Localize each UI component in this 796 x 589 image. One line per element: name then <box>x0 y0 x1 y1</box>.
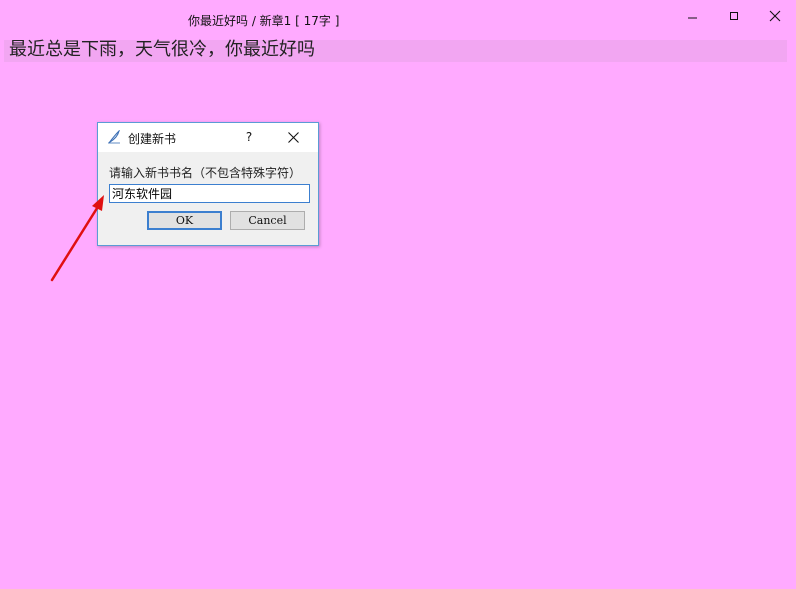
maximize-icon <box>730 12 738 20</box>
feather-pen-icon <box>108 130 120 144</box>
close-button[interactable] <box>755 2 795 30</box>
dialog-close-button[interactable] <box>282 127 304 147</box>
book-name-input[interactable] <box>109 184 310 203</box>
book-name-prompt: 请输入新书书名（不包含特殊字符） <box>109 166 302 180</box>
minimize-icon <box>688 17 697 19</box>
editor-text[interactable]: 最近总是下雨，天气很冷，你最近好吗 <box>9 39 315 61</box>
ok-button[interactable]: OK <box>147 211 222 230</box>
help-button[interactable]: ? <box>238 127 260 147</box>
cancel-button[interactable]: Cancel <box>230 211 305 230</box>
maximize-button[interactable] <box>714 2 754 30</box>
close-icon <box>769 10 781 22</box>
close-icon <box>287 131 299 143</box>
annotation-arrow <box>50 195 104 282</box>
title-bar: 你最近好吗 / 新章1 [ 17字 ] <box>0 0 796 36</box>
dialog-title-bar: 创建新书 ? <box>98 123 318 152</box>
dialog-title: 创建新书 <box>128 132 177 146</box>
minimize-button[interactable] <box>673 2 713 30</box>
window-title: 你最近好吗 / 新章1 [ 17字 ] <box>188 14 340 28</box>
create-book-dialog: 创建新书 ? 请输入新书书名（不包含特殊字符） OK Cancel <box>97 122 319 246</box>
